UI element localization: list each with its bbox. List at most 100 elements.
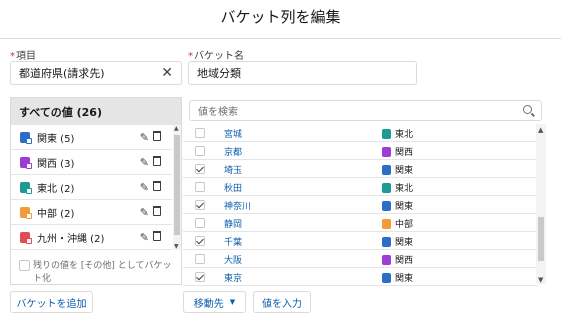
scrollbar-thumb[interactable] bbox=[538, 217, 544, 261]
add-bucket-button[interactable]: バケットを追加 bbox=[10, 291, 93, 313]
bucket-name-input[interactable]: 地域分類 bbox=[188, 61, 417, 85]
row-checkbox[interactable] bbox=[195, 128, 205, 138]
row-checkbox-checked[interactable] bbox=[195, 200, 205, 210]
trash-icon[interactable] bbox=[153, 206, 161, 216]
pencil-icon[interactable]: ✎ bbox=[140, 181, 149, 194]
row-bucket: 関東 bbox=[382, 235, 413, 248]
bucket-icon bbox=[20, 231, 32, 244]
bucket-icon bbox=[382, 146, 391, 157]
bucket-icon bbox=[382, 272, 391, 283]
row-checkbox[interactable] bbox=[195, 218, 205, 228]
row-checkbox-checked[interactable] bbox=[195, 272, 205, 282]
value-search-input[interactable]: 値を検索 bbox=[189, 100, 542, 121]
row-bucket: 関西 bbox=[382, 145, 413, 158]
row-value: 大阪 bbox=[224, 256, 243, 266]
table-row[interactable]: 京都 関西 bbox=[183, 142, 538, 160]
bucket-name-value: 地域分類 bbox=[197, 67, 241, 80]
bucket-icon bbox=[382, 218, 391, 229]
row-value: 千葉 bbox=[224, 238, 243, 248]
bucket-icon bbox=[20, 181, 32, 194]
scroll-down-icon[interactable]: ▼ bbox=[538, 276, 543, 284]
bucket-item-kanto[interactable]: 関東 (5) ✎ bbox=[11, 125, 172, 150]
scroll-up-icon[interactable]: ▲ bbox=[174, 125, 179, 132]
row-bucket: 中部 bbox=[382, 217, 413, 230]
all-values-header[interactable]: すべての値 (26) bbox=[11, 98, 181, 125]
scroll-up-icon[interactable]: ▲ bbox=[538, 126, 543, 134]
row-checkbox[interactable] bbox=[195, 146, 205, 156]
table-row[interactable]: 神奈川 関東 bbox=[183, 196, 538, 214]
chevron-down-icon: ▼ bbox=[229, 298, 236, 306]
values-table: 宮城 東北 京都 関西 埼玉 関東 秋田 東北 神奈川 関東 静岡 中部 千葉 … bbox=[183, 124, 538, 286]
row-value: 京都 bbox=[224, 148, 243, 158]
bucket-icon bbox=[20, 131, 32, 144]
move-to-button[interactable]: 移動先 ▼ bbox=[183, 291, 246, 313]
row-bucket: 関東 bbox=[382, 199, 413, 212]
trash-icon[interactable] bbox=[153, 181, 161, 191]
search-icon bbox=[523, 105, 532, 114]
bucket-icon bbox=[382, 164, 391, 175]
item-field-label: *項目 bbox=[10, 51, 36, 62]
trash-icon[interactable] bbox=[153, 231, 161, 241]
bucket-icon bbox=[20, 206, 32, 219]
row-bucket: 東北 bbox=[382, 181, 413, 194]
table-row[interactable]: 東京 関東 bbox=[183, 268, 538, 286]
bucket-item-kansai[interactable]: 関西 (3) ✎ bbox=[11, 150, 172, 175]
enter-value-button[interactable]: 値を入力 bbox=[253, 291, 311, 313]
table-row[interactable]: 宮城 東北 bbox=[183, 124, 538, 142]
table-row[interactable]: 千葉 関東 bbox=[183, 232, 538, 250]
bucket-icon bbox=[20, 156, 32, 169]
bucket-list-scrollbar[interactable]: ▲ ▼ bbox=[173, 125, 181, 250]
bucket-label: 関東 (5) bbox=[37, 133, 75, 145]
pencil-icon[interactable]: ✎ bbox=[140, 231, 149, 244]
others-bucket-option: 残りの値を [その他] としてバケット化 bbox=[19, 260, 179, 286]
trash-icon[interactable] bbox=[153, 156, 161, 166]
bucket-label: 中部 (2) bbox=[37, 208, 75, 220]
bucket-item-chubu[interactable]: 中部 (2) ✎ bbox=[11, 200, 172, 225]
bucket-label: 東北 (2) bbox=[37, 183, 75, 195]
row-bucket: 関西 bbox=[382, 253, 413, 266]
bucket-item-kyushu[interactable]: 九州・沖縄 (2) ✎ bbox=[11, 225, 172, 250]
bucket-icon bbox=[382, 128, 391, 139]
bucket-icon bbox=[382, 254, 391, 265]
table-row[interactable]: 大阪 関西 bbox=[183, 250, 538, 268]
others-checkbox-label: 残りの値を [その他] としてバケット化 bbox=[33, 261, 172, 284]
pencil-icon[interactable]: ✎ bbox=[140, 156, 149, 169]
bucket-list-panel: すべての値 (26) 関東 (5) ✎ 関西 (3) ✎ 東北 (2) ✎ 中部… bbox=[10, 97, 182, 285]
row-bucket: 東北 bbox=[382, 127, 413, 140]
row-value: 埼玉 bbox=[224, 166, 243, 176]
bucket-item-tohoku[interactable]: 東北 (2) ✎ bbox=[11, 175, 172, 200]
bucket-label: 関西 (3) bbox=[37, 158, 75, 170]
row-checkbox[interactable] bbox=[195, 254, 205, 264]
header-divider bbox=[0, 38, 561, 39]
scroll-down-icon[interactable]: ▼ bbox=[174, 243, 179, 250]
pencil-icon[interactable]: ✎ bbox=[140, 131, 149, 144]
table-row[interactable]: 静岡 中部 bbox=[183, 214, 538, 232]
row-value: 東京 bbox=[224, 274, 243, 284]
bucket-list: 関東 (5) ✎ 関西 (3) ✎ 東北 (2) ✎ 中部 (2) ✎ 九州・沖… bbox=[11, 125, 172, 250]
scrollbar-thumb[interactable] bbox=[174, 135, 180, 235]
bucket-icon bbox=[382, 236, 391, 247]
table-row[interactable]: 秋田 東北 bbox=[183, 178, 538, 196]
dialog-title: バケット列を編集 bbox=[220, 8, 341, 26]
pencil-icon[interactable]: ✎ bbox=[140, 206, 149, 219]
values-scrollbar[interactable]: ▲ ▼ bbox=[536, 124, 546, 284]
row-value: 静岡 bbox=[224, 220, 243, 230]
others-checkbox[interactable] bbox=[19, 260, 30, 271]
bucket-name-field-label: *バケット名 bbox=[188, 51, 244, 62]
item-field[interactable]: 都道府県(請求先) ✕ bbox=[10, 61, 182, 85]
row-value: 宮城 bbox=[224, 130, 243, 140]
row-value: 神奈川 bbox=[224, 202, 252, 212]
bucket-icon bbox=[382, 200, 391, 211]
item-field-value: 都道府県(請求先) bbox=[19, 67, 105, 80]
row-bucket: 関東 bbox=[382, 271, 413, 284]
trash-icon[interactable] bbox=[153, 131, 161, 141]
row-checkbox-checked[interactable] bbox=[195, 164, 205, 174]
search-placeholder: 値を検索 bbox=[198, 107, 238, 118]
bucket-icon bbox=[382, 182, 391, 193]
clear-icon[interactable]: ✕ bbox=[161, 66, 173, 80]
row-checkbox[interactable] bbox=[195, 182, 205, 192]
values-panel: 値を検索 宮城 東北 京都 関西 埼玉 関東 秋田 東北 神奈川 関東 静岡 中… bbox=[183, 97, 549, 287]
table-row[interactable]: 埼玉 関東 bbox=[183, 160, 538, 178]
row-checkbox-checked[interactable] bbox=[195, 236, 205, 246]
bucket-label: 九州・沖縄 (2) bbox=[37, 233, 105, 245]
